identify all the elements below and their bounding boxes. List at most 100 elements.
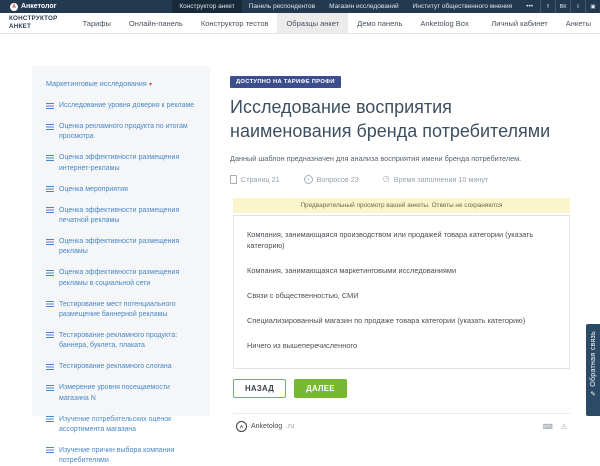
- sidebar-item-sotsialnaya-set[interactable]: Оценка эффективности размещения рекламы …: [46, 268, 197, 288]
- tariff-badge: ДОСТУПНО НА ТАРИФЕ ПРОФИ: [230, 76, 341, 88]
- template-list-icon: [46, 416, 54, 422]
- questions-icon: ?: [304, 175, 313, 184]
- keyboard-icon[interactable]: ⌨: [543, 423, 553, 431]
- nav-item-ankety[interactable]: Анкеты: [557, 13, 600, 33]
- template-list-icon: [46, 301, 54, 307]
- sidebar-item-bannernaya-reklama[interactable]: Тестирование мест потенциального размеще…: [46, 300, 197, 320]
- answer-option[interactable]: Специализированный магазин по продаже то…: [247, 315, 556, 326]
- anketolog-logo-text: Анкетолог: [21, 3, 57, 10]
- template-description: Данный шаблон предназначен для анализа в…: [230, 154, 572, 163]
- back-button[interactable]: НАЗАД: [233, 379, 286, 398]
- topbar-nav: Конструктор анкет Панель респондентов Ма…: [172, 0, 600, 13]
- next-button[interactable]: ДАЛЕЕ: [294, 379, 347, 398]
- stat-time: ◷ Время заполнения 10 минут: [383, 175, 488, 184]
- sidebar-item-razmeshchenie-reklamy[interactable]: Оценка эффективности размещения рекламы: [46, 237, 197, 257]
- sidebar-item-label: Оценка эффективности размещения рекламы …: [59, 268, 197, 288]
- template-list-icon: [46, 332, 54, 338]
- preview-footer: A Anketolog .ru ⌨ ⚠: [233, 413, 570, 432]
- report-problem-icon[interactable]: ⚠: [561, 423, 567, 431]
- stat-questions-label: Вопросов 23: [317, 175, 359, 184]
- main-nav-right: Личный кабинет Анкеты: [482, 13, 600, 33]
- vk-icon[interactable]: ВК: [555, 0, 570, 13]
- sidebar-item-meropriyatie[interactable]: Оценка мероприятия: [46, 185, 197, 195]
- nav-item-obraztsy-anket[interactable]: Образцы анкет: [277, 13, 348, 33]
- topbar: A Анкетолог Конструктор анкет Панель рес…: [0, 0, 600, 13]
- sidebar-item-internet-reklama[interactable]: Оценка эффективности размещения интернет…: [46, 153, 197, 173]
- brand-line1: КОНСТРУКТОР: [9, 15, 58, 23]
- sidebar-item-reklamnyy-slogan[interactable]: Тестирование рекламного слогана: [46, 362, 197, 372]
- template-list-icon: [46, 239, 54, 245]
- sidebar-item-label: Изучение потребительских оценок ассортим…: [59, 415, 197, 435]
- sidebar-item-label: Тестирование рекламного слогана: [59, 362, 172, 372]
- brand-line2: АНКЕТ: [9, 23, 58, 31]
- topbar-item-magazin-issledovaniy[interactable]: Магазин исследований: [322, 0, 406, 13]
- sidebar-item-banner-buklet-plakat[interactable]: Тестирование рекламного продукта: баннер…: [46, 331, 197, 351]
- stat-questions: ? Вопросов 23: [304, 175, 359, 184]
- templates-sidebar: Маркетинговые исследования ▾ Исследовани…: [32, 66, 210, 416]
- sidebar-item-assortiment-magazina[interactable]: Изучение потребительских оценок ассортим…: [46, 415, 197, 435]
- constructor-anket-brand[interactable]: КОНСТРУКТОР АНКЕТ: [0, 13, 74, 33]
- facebook-icon[interactable]: f: [540, 0, 555, 13]
- instagram-icon[interactable]: ▣: [585, 0, 600, 13]
- template-list-icon: [46, 385, 54, 391]
- sidebar-item-label: Исследование уровня доверия к рекламе: [59, 101, 194, 111]
- footer-logo-text: Anketolog: [251, 423, 282, 430]
- page-title: Исследование восприятия наименования бре…: [230, 96, 572, 144]
- stat-pages-label: Страниц 21: [241, 175, 280, 184]
- template-list-icon: [46, 186, 54, 192]
- topbar-item-panel-respondentov[interactable]: Панель респондентов: [242, 0, 322, 13]
- nav-item-anketolog-box[interactable]: Anketolog Box: [411, 13, 477, 33]
- more-menu-icon[interactable]: •••: [519, 0, 540, 13]
- topbar-item-institut[interactable]: Институт общественного мнения: [406, 0, 520, 13]
- template-list-icon: [46, 447, 54, 453]
- pages-icon: [230, 175, 237, 184]
- nav-item-lichnyy-kabinet[interactable]: Личный кабинет: [482, 13, 556, 33]
- sidebar-category-header[interactable]: Маркетинговые исследования ▾: [46, 79, 197, 88]
- footer-logo-suffix: .ru: [286, 423, 294, 430]
- sidebar-item-label: Оценка рекламного продукта по итогам про…: [59, 122, 197, 142]
- sidebar-item-label: Тестирование рекламного продукта: баннер…: [59, 331, 197, 351]
- sidebar-item-label: Измерение уровня посещаемости магазина N: [59, 383, 197, 403]
- template-detail: ДОСТУПНО НА ТАРИФЕ ПРОФИ Исследование во…: [230, 70, 572, 432]
- template-list-icon: [46, 270, 54, 276]
- feedback-tab[interactable]: Обратная связь ✎: [586, 324, 600, 416]
- anketolog-footer-logo-icon: A: [236, 421, 247, 432]
- time-icon: ◷: [383, 175, 390, 183]
- anketolog-logo-icon: A: [10, 3, 18, 11]
- sidebar-item-label: Оценка эффективности размещения интернет…: [59, 153, 197, 173]
- topbar-item-konstruktor-anket[interactable]: Конструктор анкет: [172, 0, 241, 13]
- sidebar-item-doverie-reklame[interactable]: Исследование уровня доверия к рекламе: [46, 101, 197, 111]
- template-stats: Страниц 21 ? Вопросов 23 ◷ Время заполне…: [230, 175, 572, 184]
- sidebar-item-poseshchaemost-magazina[interactable]: Измерение уровня посещаемости магазина N: [46, 383, 197, 403]
- sidebar-item-label: Оценка эффективности размещения печатной…: [59, 206, 197, 226]
- sidebar-item-pechatnaya-reklama[interactable]: Оценка эффективности размещения печатной…: [46, 206, 197, 226]
- nav-item-tarify[interactable]: Тарифы: [74, 13, 120, 33]
- sidebar-item-otsenka-produkta[interactable]: Оценка рекламного продукта по итогам про…: [46, 122, 197, 142]
- nav-item-online-panel[interactable]: Онлайн-панель: [120, 13, 192, 33]
- nav-item-konstruktor-testov[interactable]: Конструктор тестов: [192, 13, 278, 33]
- anketolog-footer-logo[interactable]: A Anketolog .ru: [236, 421, 294, 432]
- main-nav: КОНСТРУКТОР АНКЕТ Тарифы Онлайн-панель К…: [0, 13, 600, 34]
- answer-option[interactable]: Компания, занимающаяся маркетинговыми ис…: [247, 265, 556, 276]
- stat-time-label: Время заполнения 10 минут: [394, 175, 488, 184]
- template-list-icon: [46, 103, 54, 109]
- chevron-down-icon: ▾: [149, 82, 152, 88]
- template-list-icon: [46, 155, 54, 161]
- content-area: Маркетинговые исследования ▾ Исследовани…: [0, 34, 600, 416]
- answer-options-box: Компания, занимающаяся производством или…: [233, 215, 570, 370]
- answer-option[interactable]: Ничего из вышеперечисленного: [247, 340, 556, 351]
- twitter-icon[interactable]: t: [570, 0, 585, 13]
- template-list-icon: [46, 124, 54, 130]
- sidebar-item-vybor-kompanii[interactable]: Изучение причин выбора компании потребит…: [46, 446, 197, 466]
- preview-warning-banner: Предварительный просмотр вашей анкеты. О…: [233, 198, 570, 213]
- feedback-form-icon: ✎: [590, 392, 595, 399]
- template-list-icon: [46, 207, 54, 213]
- anketolog-logo[interactable]: A Анкетолог: [0, 0, 67, 13]
- sidebar-category-label: Маркетинговые исследования: [46, 79, 147, 88]
- nav-item-demo-panel[interactable]: Демо панель: [348, 13, 411, 33]
- answer-option[interactable]: Компания, занимающаяся производством или…: [247, 229, 556, 251]
- sidebar-item-label: Оценка мероприятия: [59, 185, 128, 195]
- feedback-tab-label: Обратная связь: [590, 331, 597, 387]
- sidebar-item-label: Изучение причин выбора компании потребит…: [59, 446, 197, 466]
- answer-option[interactable]: Связи с общественностью, СМИ: [247, 290, 556, 301]
